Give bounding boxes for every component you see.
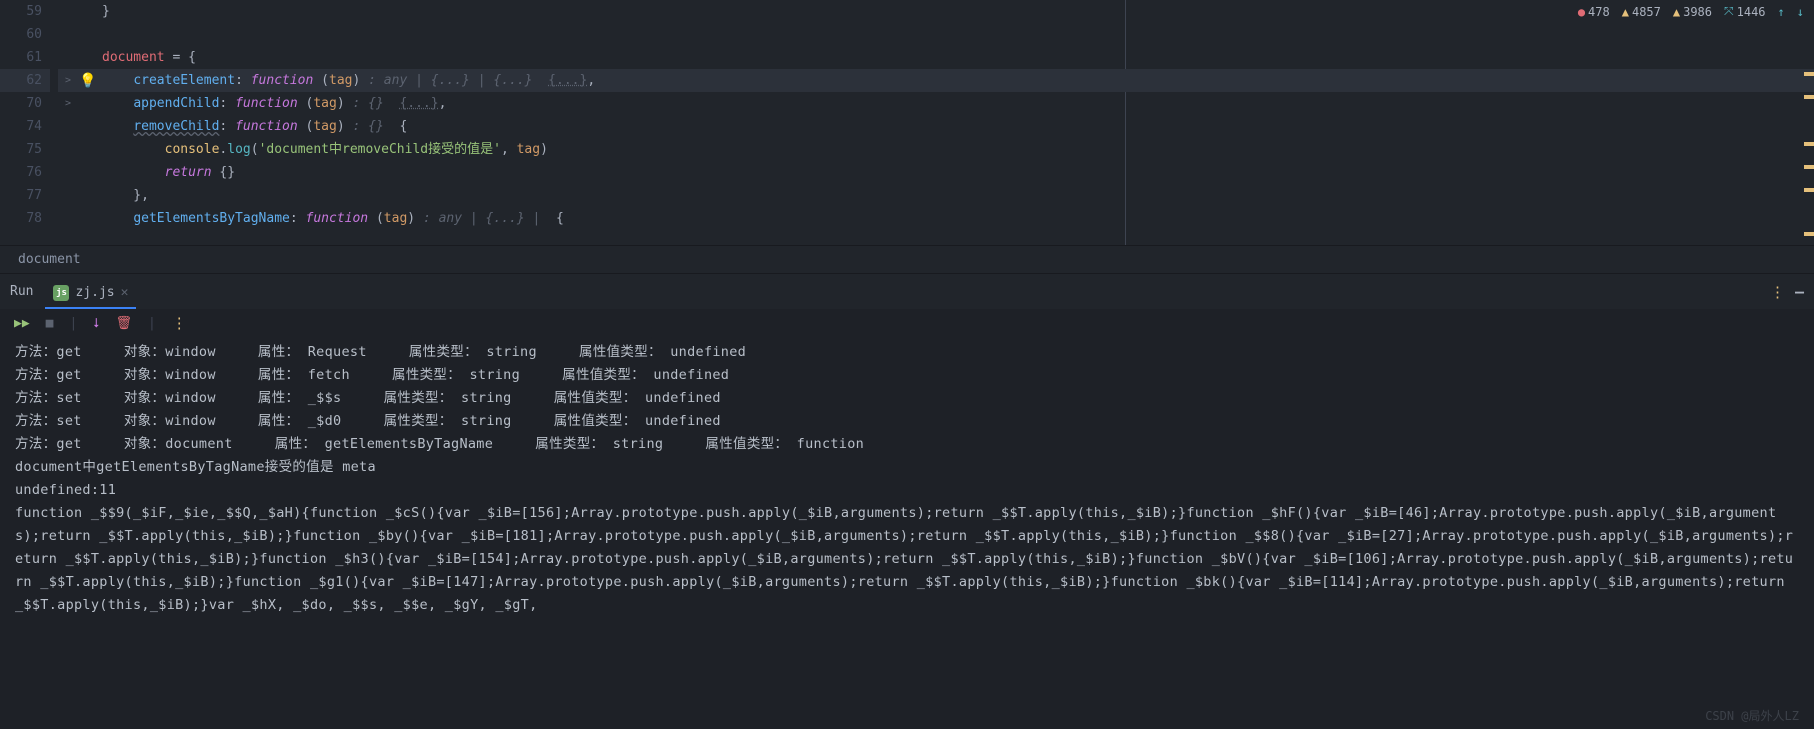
line-number[interactable]: 61	[0, 46, 50, 69]
line-number[interactable]: 78	[0, 207, 50, 230]
console-line: function _$$9(_$iF,_$ie,_$$Q,_$aH){funct…	[15, 502, 1799, 617]
code-area[interactable]: } document = { createElement: function (t…	[98, 0, 1814, 245]
breadcrumb-item[interactable]: document	[18, 252, 81, 267]
editor-pane: 59606162707475767778 >> 💡 }document = { …	[0, 0, 1814, 245]
code-line[interactable]: document = {	[98, 46, 1814, 69]
console-line: 方法：set 对象：window 属性： _$d0 属性类型： string 属…	[15, 410, 1799, 433]
console-menu-icon[interactable]: ⋮	[172, 314, 185, 332]
console-line: 方法：set 对象：window 属性： _$$s 属性类型： string 属…	[15, 387, 1799, 410]
line-number[interactable]: 59	[0, 0, 50, 23]
fold-column[interactable]: >>	[58, 0, 78, 245]
console-line: document中getElementsByTagName接受的值是 meta	[15, 456, 1799, 479]
line-number[interactable]: 74	[0, 115, 50, 138]
line-number[interactable]: 60	[0, 23, 50, 46]
minimize-icon[interactable]: —	[1795, 283, 1804, 301]
code-line[interactable]: appendChild: function (tag) : {} {...},	[98, 92, 1814, 115]
stop-icon[interactable]: ■	[46, 316, 54, 331]
nodejs-icon: js	[53, 285, 69, 301]
menu-dots-icon[interactable]: ⋮	[1770, 283, 1783, 301]
run-toolbar: Run js zj.js ✕ ⋮ —	[0, 273, 1814, 309]
code-line[interactable]	[98, 23, 1814, 46]
code-line[interactable]: }	[98, 0, 1814, 23]
status-bar: ●478 ▲4857 ▲3986 ⤧1446 ↑ ↓	[1578, 4, 1804, 19]
nav-up-icon[interactable]: ↑	[1778, 5, 1785, 19]
console-line: 方法：get 对象：window 属性： Request 属性类型： strin…	[15, 341, 1799, 364]
scroll-down-icon[interactable]: ⭣	[93, 316, 99, 331]
console-output[interactable]: 方法：get 对象：window 属性： Request 属性类型： strin…	[0, 337, 1814, 621]
trash-icon[interactable]: 🗑	[115, 316, 132, 331]
line-number[interactable]: 76	[0, 161, 50, 184]
code-line[interactable]: removeChild: function (tag) : {} {	[98, 115, 1814, 138]
console-toolbar: ▶▶ ■ | ⭣ 🗑 | ⋮	[0, 309, 1814, 337]
close-icon[interactable]: ✕	[121, 285, 129, 300]
intention-bulb-icon[interactable]: 💡	[79, 73, 96, 89]
watermark: CSDN @局外人LZ	[1705, 707, 1799, 724]
line-number[interactable]: 75	[0, 138, 50, 161]
code-line[interactable]: createElement: function (tag) : any | {.…	[98, 69, 1814, 92]
code-line[interactable]: return {}	[98, 161, 1814, 184]
code-line[interactable]: console.log('document中removeChild接受的值是',…	[98, 138, 1814, 161]
console-line: 方法：get 对象：document 属性： getElementsByTagN…	[15, 433, 1799, 456]
fold-chevron-icon[interactable]: >	[65, 98, 71, 109]
run-tab[interactable]: js zj.js ✕	[45, 279, 136, 309]
line-number[interactable]: 77	[0, 184, 50, 207]
run-label[interactable]: Run	[10, 284, 33, 299]
tab-filename: zj.js	[75, 285, 114, 300]
code-line[interactable]: getElementsByTagName: function (tag) : a…	[98, 207, 1814, 230]
line-number[interactable]: 70	[0, 92, 50, 115]
bulb-column: 💡	[78, 0, 98, 245]
info-count[interactable]: ⤧1446	[1724, 4, 1766, 19]
breadcrumb[interactable]: document	[0, 245, 1814, 273]
error-count[interactable]: ●478	[1578, 5, 1610, 19]
warning-count-2[interactable]: ▲3986	[1673, 5, 1712, 19]
fold-chevron-icon[interactable]: >	[65, 75, 71, 86]
line-gutter[interactable]: 59606162707475767778	[0, 0, 58, 245]
scrollbar-marks[interactable]	[1802, 0, 1814, 245]
console-line: 方法：get 对象：window 属性： fetch 属性类型： string …	[15, 364, 1799, 387]
code-line[interactable]: },	[98, 184, 1814, 207]
rerun-icon[interactable]: ▶▶	[14, 316, 30, 331]
console-line: undefined:11	[15, 479, 1799, 502]
line-number[interactable]: 62	[0, 69, 50, 92]
warning-count-1[interactable]: ▲4857	[1622, 5, 1661, 19]
